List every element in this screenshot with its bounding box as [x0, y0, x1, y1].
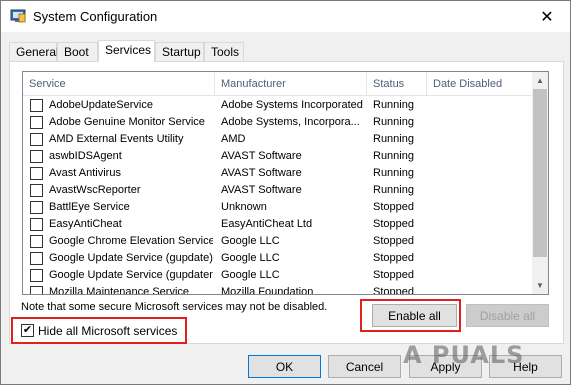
- table-row[interactable]: Google Update Service (gupdate) Google LL…: [23, 250, 533, 267]
- service-status: Running: [373, 150, 414, 162]
- service-name: Avast Antivirus: [49, 167, 121, 179]
- tab-strip: General Boot Services Startup Tools: [9, 40, 564, 62]
- system-configuration-window: System Configuration ✕ General Boot Serv…: [0, 0, 571, 385]
- service-manufacturer: AVAST Software: [221, 150, 302, 162]
- service-manufacturer: Adobe Systems, Incorpora...: [221, 116, 360, 128]
- table-row[interactable]: BattlEye Service Unknown Stopped: [23, 199, 533, 216]
- column-header-service[interactable]: Service: [23, 72, 215, 96]
- table-row[interactable]: AdobeUpdateService Adobe Systems Incorpor…: [23, 97, 533, 114]
- service-checkbox[interactable]: [30, 252, 43, 265]
- service-checkbox[interactable]: [30, 269, 43, 282]
- service-manufacturer: AVAST Software: [221, 184, 302, 196]
- service-name: Google Update Service (gupdatem): [49, 269, 213, 281]
- service-name: Adobe Genuine Monitor Service: [49, 116, 205, 128]
- table-row[interactable]: AvastWscReporter AVAST Software Running: [23, 182, 533, 199]
- table-row[interactable]: Mozilla Maintenance Service Mozilla Found…: [23, 284, 533, 295]
- service-checkbox[interactable]: [30, 99, 43, 112]
- service-name: Google Chrome Elevation Service: [49, 235, 213, 247]
- service-checkbox[interactable]: [30, 201, 43, 214]
- checkmark-icon: ✔: [22, 324, 33, 336]
- msconfig-icon: [10, 9, 26, 23]
- service-manufacturer: Unknown: [221, 201, 267, 213]
- table-row[interactable]: Avast Antivirus AVAST Software Running: [23, 165, 533, 182]
- tab-startup[interactable]: Startup: [155, 42, 204, 61]
- service-manufacturer: Google LLC: [221, 269, 280, 281]
- service-checkbox[interactable]: [30, 133, 43, 146]
- hide-microsoft-label[interactable]: Hide all Microsoft services: [38, 324, 177, 338]
- service-checkbox[interactable]: [30, 184, 43, 197]
- service-status: Stopped: [373, 269, 414, 281]
- service-manufacturer: EasyAntiCheat Ltd: [221, 218, 313, 230]
- appuals-watermark: A PUALS: [403, 341, 525, 369]
- close-icon: ✕: [540, 8, 554, 26]
- table-row[interactable]: Google Chrome Elevation Service Google LL…: [23, 233, 533, 250]
- service-name: AvastWscReporter: [49, 184, 141, 196]
- enable-all-button[interactable]: Enable all: [372, 304, 457, 327]
- list-header: Service Manufacturer Status Date Disable…: [23, 72, 533, 96]
- vertical-scrollbar[interactable]: ▲ ▼: [532, 72, 548, 294]
- service-manufacturer: Mozilla Foundation: [221, 286, 314, 295]
- hide-microsoft-highlight: ✔ Hide all Microsoft services: [11, 317, 187, 344]
- service-name: EasyAntiCheat: [49, 218, 122, 230]
- cancel-button[interactable]: Cancel: [328, 355, 401, 378]
- service-name: Google Update Service (gupdate): [49, 252, 213, 264]
- service-manufacturer: Adobe Systems Incorporated: [221, 99, 363, 111]
- service-manufacturer: Google LLC: [221, 235, 280, 247]
- table-row[interactable]: EasyAntiCheat EasyAntiCheat Ltd Stopped: [23, 216, 533, 233]
- column-header-manufacturer[interactable]: Manufacturer: [215, 72, 367, 96]
- service-name: Mozilla Maintenance Service: [49, 286, 190, 295]
- service-status: Running: [373, 116, 414, 128]
- tab-tools[interactable]: Tools: [204, 42, 244, 61]
- service-name: AdobeUpdateService: [49, 99, 153, 111]
- column-header-status[interactable]: Status: [367, 72, 427, 96]
- column-header-date-disabled[interactable]: Date Disabled: [427, 72, 533, 96]
- service-name: aswbIDSAgent: [49, 150, 122, 162]
- service-status: Running: [373, 99, 414, 111]
- scroll-up-icon[interactable]: ▲: [532, 72, 548, 89]
- service-status: Stopped: [373, 286, 414, 295]
- table-row[interactable]: AMD External Events Utility AMD Running: [23, 131, 533, 148]
- service-name: BattlEye Service: [49, 201, 130, 213]
- table-row[interactable]: Adobe Genuine Monitor Service Adobe Syste…: [23, 114, 533, 131]
- service-checkbox[interactable]: [30, 167, 43, 180]
- service-status: Stopped: [373, 252, 414, 264]
- service-status: Stopped: [373, 235, 414, 247]
- service-manufacturer: AMD: [221, 133, 246, 145]
- table-row[interactable]: Google Update Service (gupdatem) Google L…: [23, 267, 533, 284]
- service-checkbox[interactable]: [30, 218, 43, 231]
- service-status: Running: [373, 167, 414, 179]
- hide-microsoft-checkbox[interactable]: ✔: [21, 324, 34, 337]
- service-checkbox[interactable]: [30, 235, 43, 248]
- secure-services-note: Note that some secure Microsoft services…: [21, 301, 328, 313]
- ok-button[interactable]: OK: [248, 355, 321, 378]
- table-row[interactable]: aswbIDSAgent AVAST Software Running: [23, 148, 533, 165]
- disable-all-button[interactable]: Disable all: [466, 304, 549, 327]
- service-status: Stopped: [373, 201, 414, 213]
- service-manufacturer: AVAST Software: [221, 167, 302, 179]
- services-list[interactable]: Service Manufacturer Status Date Disable…: [22, 71, 549, 295]
- service-status: Running: [373, 184, 414, 196]
- service-status: Running: [373, 133, 414, 145]
- service-status: Stopped: [373, 218, 414, 230]
- window-title: System Configuration: [33, 9, 158, 24]
- service-checkbox[interactable]: [30, 116, 43, 129]
- tab-services[interactable]: Services: [98, 40, 155, 62]
- service-name: AMD External Events Utility: [49, 133, 184, 145]
- service-checkbox[interactable]: [30, 286, 43, 294]
- scroll-thumb[interactable]: [533, 89, 547, 257]
- service-checkbox[interactable]: [30, 150, 43, 163]
- title-bar: System Configuration ✕: [1, 1, 570, 32]
- tab-general[interactable]: General: [9, 42, 59, 61]
- scroll-down-icon[interactable]: ▼: [532, 277, 548, 294]
- tab-boot[interactable]: Boot: [57, 42, 98, 61]
- service-manufacturer: Google LLC: [221, 252, 280, 264]
- close-button[interactable]: ✕: [524, 1, 570, 32]
